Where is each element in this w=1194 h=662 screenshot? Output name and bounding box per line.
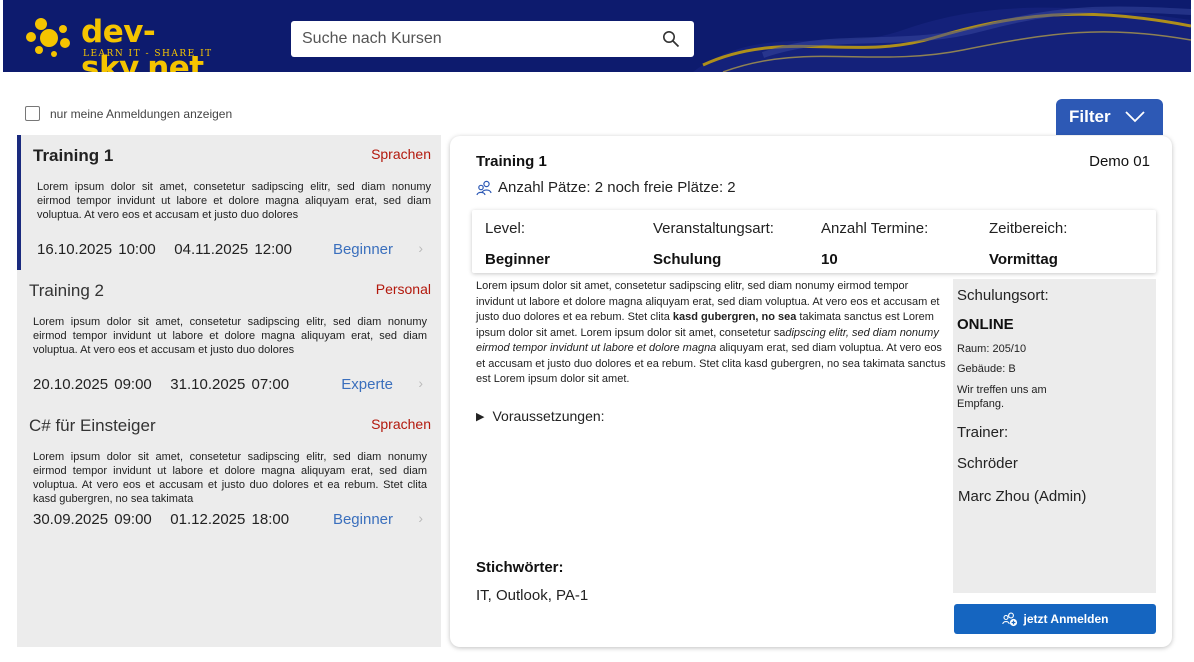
course-level: Beginner bbox=[332, 241, 393, 258]
search-icon[interactable] bbox=[662, 30, 680, 48]
stat-event-type: Veranstaltungsart: Schulung bbox=[640, 210, 808, 273]
stat-value: Vormittag bbox=[989, 251, 1058, 268]
course-card[interactable]: Training 2 Personal Lorem ipsum dolor si… bbox=[17, 270, 441, 405]
course-description: Lorem ipsum dolor sit amet, consetetur s… bbox=[33, 451, 427, 505]
course-end: 01.12.2025 18:00 bbox=[170, 511, 290, 528]
location-trainer-panel: Schulungsort: ONLINE Raum: 205/10 Gebäud… bbox=[953, 279, 1156, 593]
course-category: Sprachen bbox=[371, 146, 431, 162]
course-start: 16.10.2025 10:00 bbox=[37, 241, 156, 258]
course-category: Personal bbox=[375, 281, 431, 297]
course-level: Experte bbox=[341, 376, 393, 393]
stat-value: Beginner bbox=[485, 251, 551, 268]
location-label: Schulungsort: bbox=[957, 287, 1049, 304]
location-note: Wir treffen uns am Empfang. bbox=[957, 384, 1047, 410]
keywords-value: IT, Outlook, PA-1 bbox=[476, 587, 589, 604]
chevron-right-icon[interactable]: › bbox=[418, 510, 423, 526]
enroll-button-label: jetzt Anmelden bbox=[1023, 612, 1109, 626]
trainer-label: Trainer: bbox=[957, 424, 1009, 441]
search-input[interactable] bbox=[291, 21, 631, 57]
add-person-icon bbox=[1001, 612, 1017, 626]
detail-description: Lorem ipsum dolor sit amet, consetetur s… bbox=[476, 280, 946, 385]
logo-cloud-icon bbox=[26, 18, 70, 57]
course-card[interactable]: Training 1 Sprachen Lorem ipsum dolor si… bbox=[17, 135, 441, 270]
stat-label: Zeitbereich: bbox=[989, 220, 1068, 237]
stat-label: Level: bbox=[485, 220, 526, 237]
only-my-enrollments-label: nur meine Anmeldungen anzeigen bbox=[50, 106, 233, 121]
top-header: dev-sky.net LEARN IT - SHARE IT bbox=[3, 0, 1191, 72]
course-category: Sprachen bbox=[371, 416, 431, 432]
detail-seats: Anzahl Pätze: 2 noch freie Plätze: 2 bbox=[476, 179, 736, 196]
detail-title: Training 1 bbox=[476, 153, 547, 170]
detail-stats: Level: Beginner Veranstaltungsart: Schul… bbox=[472, 210, 1156, 273]
chevron-down-icon bbox=[1124, 111, 1145, 123]
stat-value: 10 bbox=[821, 251, 838, 268]
course-start: 30.09.2025 09:00 bbox=[33, 511, 152, 528]
detail-seats-text: Anzahl Pätze: 2 noch freie Plätze: 2 bbox=[498, 179, 736, 196]
trainer-name: Schröder bbox=[957, 455, 1018, 472]
course-detail-panel: Training 1 Demo 01 Anzahl Pätze: 2 noch … bbox=[450, 136, 1172, 647]
expand-triangle-icon: ▶ bbox=[476, 410, 485, 423]
site-logo[interactable]: dev-sky.net LEARN IT - SHARE IT bbox=[21, 10, 271, 72]
course-end: 31.10.2025 07:00 bbox=[170, 376, 290, 393]
detail-code: Demo 01 bbox=[1089, 153, 1150, 170]
prerequisites-label: Voraussetzungen: bbox=[492, 408, 605, 424]
course-description: Lorem ipsum dolor sit amet, consetetur s… bbox=[33, 316, 427, 356]
course-description: Lorem ipsum dolor sit amet, consetetur s… bbox=[37, 181, 431, 221]
course-dates: 30.09.2025 09:00 01.12.2025 18:00 bbox=[33, 511, 289, 528]
logo-tagline: LEARN IT - SHARE IT bbox=[83, 49, 213, 59]
stat-level: Level: Beginner bbox=[472, 210, 640, 273]
location-building: Gebäude: B bbox=[957, 363, 1016, 375]
only-my-enrollments-checkbox[interactable] bbox=[25, 106, 40, 121]
course-card[interactable]: C# für Einsteiger Sprachen Lorem ipsum d… bbox=[17, 405, 441, 540]
course-list: Training 1 Sprachen Lorem ipsum dolor si… bbox=[17, 135, 441, 647]
stat-label: Veranstaltungsart: bbox=[653, 220, 774, 237]
location-value: ONLINE bbox=[957, 316, 1014, 333]
enroll-button[interactable]: jetzt Anmelden bbox=[954, 604, 1156, 634]
stat-time-range: Zeitbereich: Vormittag bbox=[976, 210, 1144, 273]
location-room: Raum: 205/10 bbox=[957, 343, 1027, 355]
filter-button-label: Filter bbox=[1069, 107, 1111, 126]
course-title: C# für Einsteiger bbox=[29, 416, 156, 435]
keywords-label: Stichwörter: bbox=[476, 559, 564, 576]
prerequisites-toggle[interactable]: ▶ Voraussetzungen: bbox=[476, 408, 605, 424]
chevron-right-icon[interactable]: › bbox=[418, 375, 423, 391]
chevron-right-icon[interactable]: › bbox=[418, 240, 423, 256]
logo-text: dev-sky.net bbox=[81, 14, 204, 72]
course-end: 04.11.2025 12:00 bbox=[174, 241, 292, 258]
stat-label: Anzahl Termine: bbox=[821, 220, 929, 237]
people-icon bbox=[476, 180, 492, 195]
trainer-name: Marc Zhou (Admin) bbox=[958, 488, 1087, 505]
course-dates: 16.10.2025 10:00 04.11.2025 12:00 bbox=[37, 241, 292, 258]
course-title: Training 1 bbox=[33, 146, 114, 165]
only-my-enrollments-toggle[interactable]: nur meine Anmeldungen anzeigen bbox=[25, 106, 232, 121]
filter-button[interactable]: Filter bbox=[1056, 99, 1163, 135]
course-start: 20.10.2025 09:00 bbox=[33, 376, 152, 393]
stat-value: Schulung bbox=[653, 251, 722, 268]
course-title: Training 2 bbox=[29, 281, 104, 300]
course-search[interactable] bbox=[291, 21, 694, 57]
course-dates: 20.10.2025 09:00 31.10.2025 07:00 bbox=[33, 376, 289, 393]
stat-appointment-count: Anzahl Termine: 10 bbox=[808, 210, 976, 273]
course-level: Beginner bbox=[332, 511, 393, 528]
